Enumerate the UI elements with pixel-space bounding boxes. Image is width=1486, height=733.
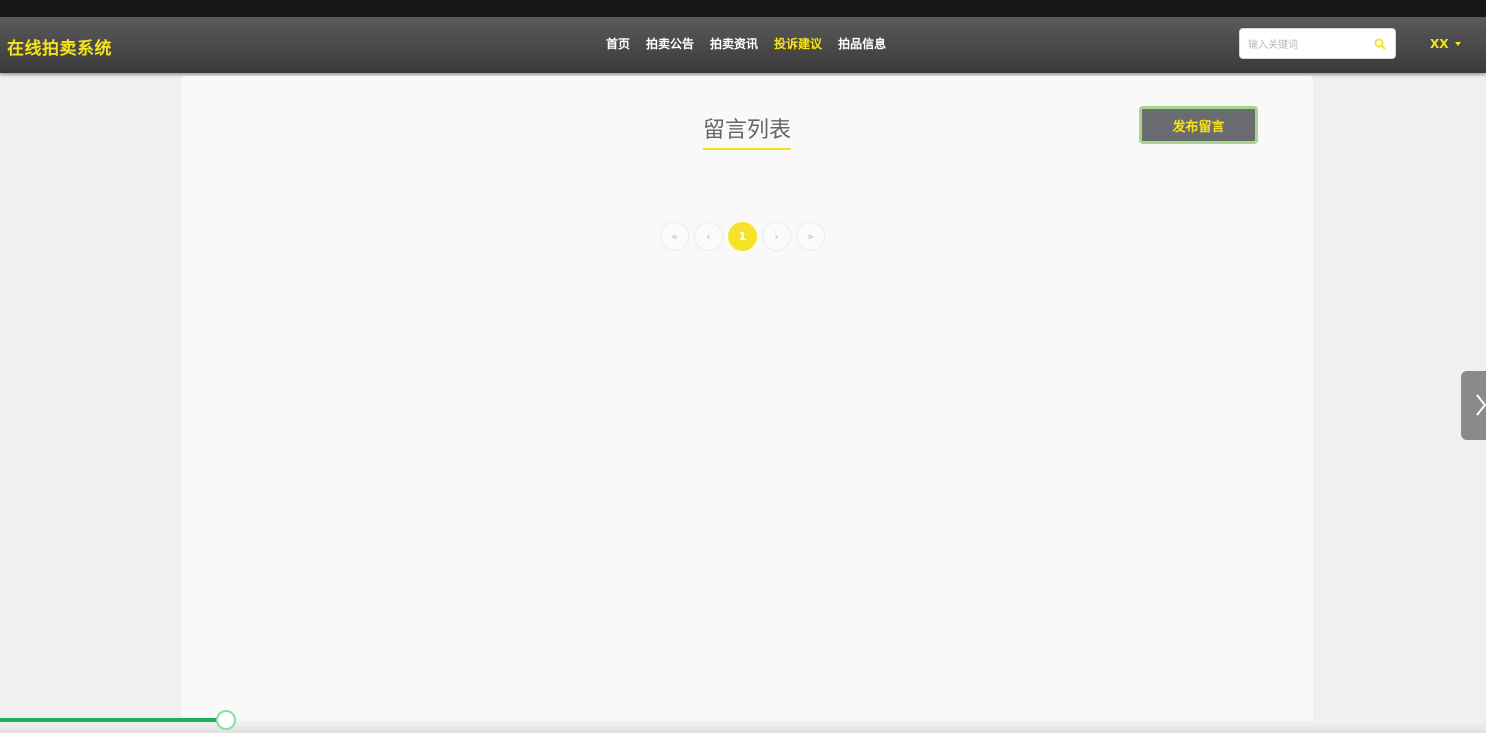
page-title: 留言列表 (703, 112, 792, 150)
nav-item-home[interactable]: 首页 (598, 36, 638, 52)
user-name: XX (1430, 37, 1449, 51)
page-prev-button[interactable]: ‹ (694, 222, 723, 251)
page-first-button[interactable]: « (660, 222, 689, 251)
chevron-right-icon (1476, 394, 1486, 416)
page-last-button[interactable]: » (796, 222, 825, 251)
chevron-down-icon (1454, 42, 1461, 46)
pagination: « ‹ 1 › » (660, 222, 825, 251)
page-next-button[interactable]: › (762, 222, 791, 251)
content-panel: 留言列表 发布留言 « ‹ 1 › » (181, 76, 1313, 733)
site-logo-text[interactable]: 在线拍卖系统 (7, 34, 112, 59)
search-box (1239, 28, 1396, 59)
user-menu[interactable]: XX (1430, 37, 1461, 51)
nav-item-complaints[interactable]: 投诉建议 (766, 36, 830, 52)
nav-item-auction-news[interactable]: 拍卖资讯 (702, 36, 766, 52)
nav-item-auction-notice[interactable]: 拍卖公告 (638, 36, 702, 52)
video-progress-bar[interactable] (0, 718, 226, 722)
search-input[interactable] (1246, 36, 1370, 54)
navbar: 在线拍卖系统 首页 拍卖公告 拍卖资讯 投诉建议 拍品信息 XX (0, 17, 1486, 73)
nav-item-lot-info[interactable]: 拍品信息 (830, 36, 894, 52)
top-strip (0, 0, 1486, 17)
main-nav: 首页 拍卖公告 拍卖资讯 投诉建议 拍品信息 (598, 36, 894, 52)
page-current-button[interactable]: 1 (728, 222, 757, 251)
search-icon[interactable] (1374, 38, 1386, 50)
post-message-button[interactable]: 发布留言 (1139, 106, 1258, 144)
video-progress-handle[interactable] (216, 710, 236, 730)
side-drawer-toggle[interactable] (1461, 371, 1486, 440)
